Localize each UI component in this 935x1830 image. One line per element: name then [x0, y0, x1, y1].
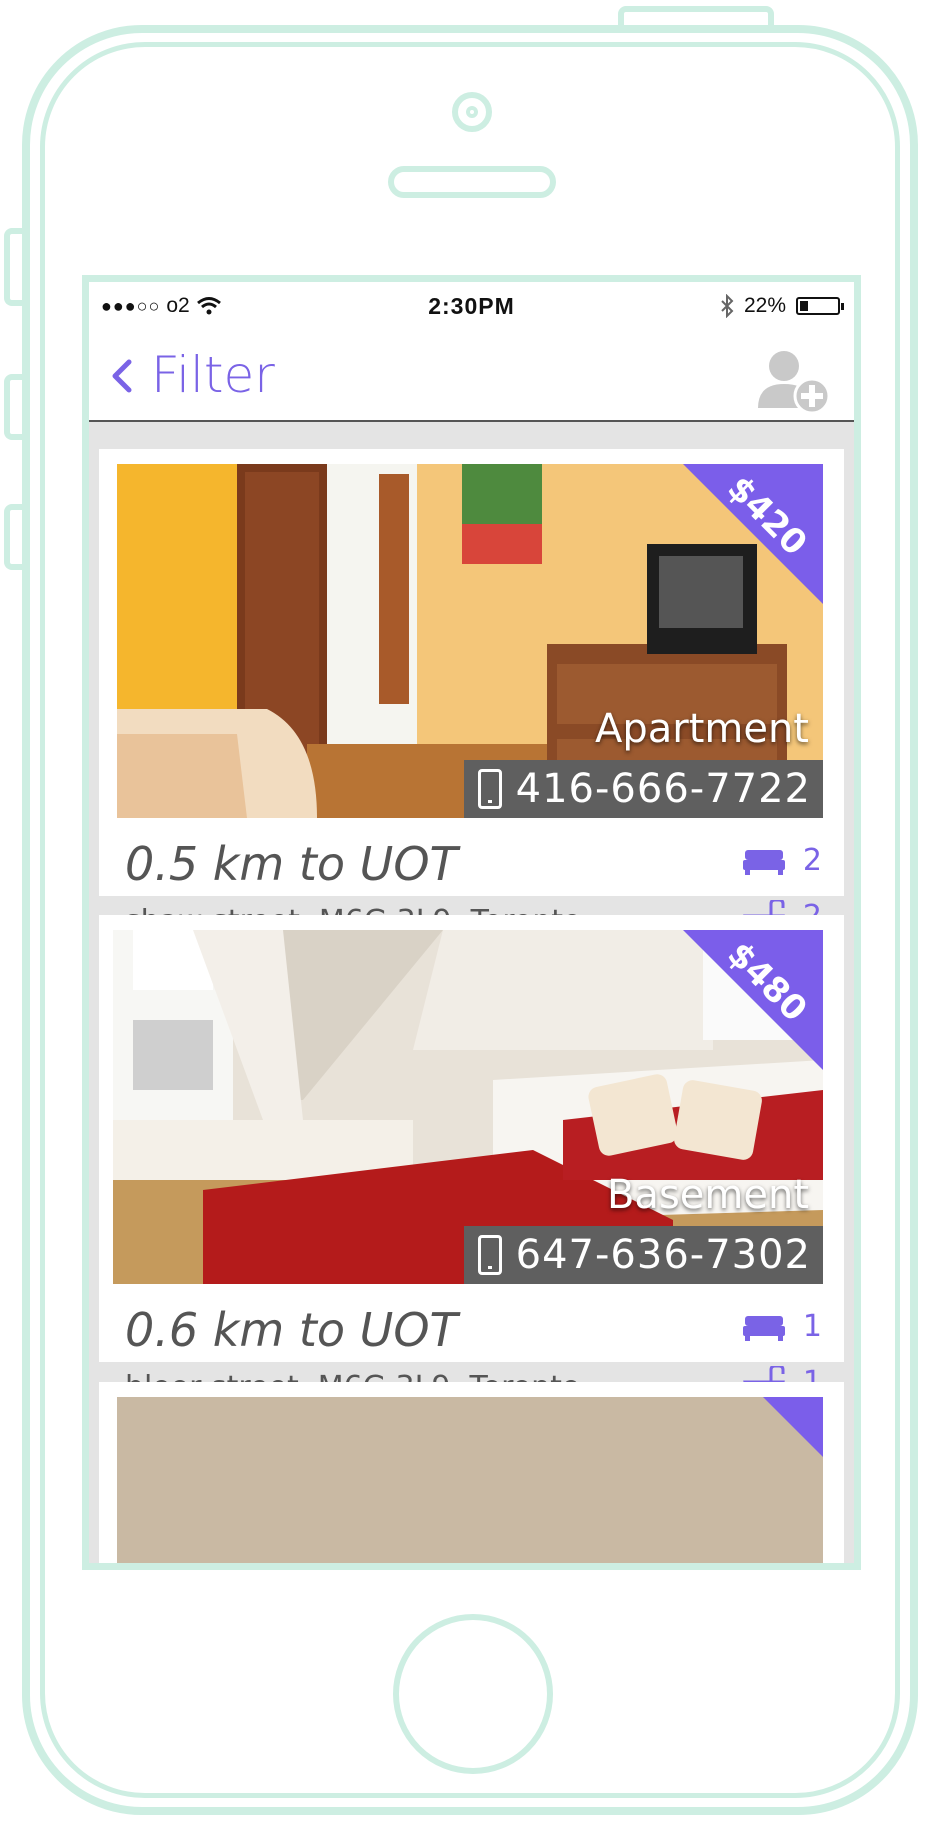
price-ribbon: $480	[683, 930, 823, 1070]
status-bar: ●●●○○ o2 2:30PM 22%	[89, 282, 854, 332]
bedroom-count-value: 2	[802, 843, 822, 878]
add-user-icon[interactable]	[752, 346, 832, 416]
bed-icon	[742, 849, 785, 875]
battery-fill	[800, 301, 808, 311]
speaker	[388, 166, 556, 198]
mute-switch	[4, 228, 24, 306]
app-screen: ●●●○○ o2 2:30PM 22% Filter $420 Apartmen…	[82, 275, 861, 1570]
volume-down-button	[4, 504, 24, 570]
price-ribbon: $420	[683, 464, 823, 604]
battery-percent: 22%	[743, 294, 786, 317]
phone-contact[interactable]: 416-666-7722	[463, 760, 823, 818]
mobile-phone-icon	[477, 1235, 502, 1275]
camera	[452, 92, 492, 132]
battery-icon	[796, 297, 844, 315]
price-label: $420	[719, 468, 815, 564]
bedroom-count: 1	[742, 1309, 822, 1344]
distance-text: 0.5 km to UOT	[125, 837, 458, 891]
status-right: 22%	[720, 294, 844, 318]
phone-contact[interactable]: 647-636-7302	[463, 1226, 823, 1284]
bedroom-count: 2	[742, 843, 822, 878]
page-title: Filter	[151, 346, 275, 404]
volume-up-button	[4, 374, 24, 440]
back-chevron-icon[interactable]	[107, 356, 137, 396]
price-label: $480	[719, 934, 815, 1030]
listing-card[interactable]: $480 Basement 647-636-7302 0.6 km to UOT…	[99, 915, 844, 1405]
bed-icon	[742, 1315, 785, 1341]
listing-photo: $420 Apartment 416-666-7722	[117, 464, 823, 818]
phone-number: 647-636-7302	[515, 1232, 811, 1278]
property-type-label: Apartment	[594, 706, 809, 752]
listing-photo: $480 Basement 647-636-7302	[113, 930, 823, 1284]
property-type-label: Basement	[606, 1172, 809, 1218]
battery-tip	[841, 303, 844, 310]
phone-number: 416-666-7722	[515, 766, 811, 812]
price-ribbon	[763, 1397, 823, 1457]
nav-bar: Filter	[89, 332, 854, 422]
mobile-phone-icon	[477, 769, 502, 809]
home-button[interactable]	[393, 1614, 553, 1774]
listing-card[interactable]: $420 Apartment 416-666-7722 0.5 km to UO…	[99, 449, 844, 939]
bedroom-count-value: 1	[802, 1309, 822, 1344]
listing-photo	[117, 1397, 823, 1563]
distance-text: 0.6 km to UOT	[125, 1303, 458, 1357]
bluetooth-icon	[721, 294, 734, 318]
listing-card-partial[interactable]	[99, 1382, 844, 1563]
